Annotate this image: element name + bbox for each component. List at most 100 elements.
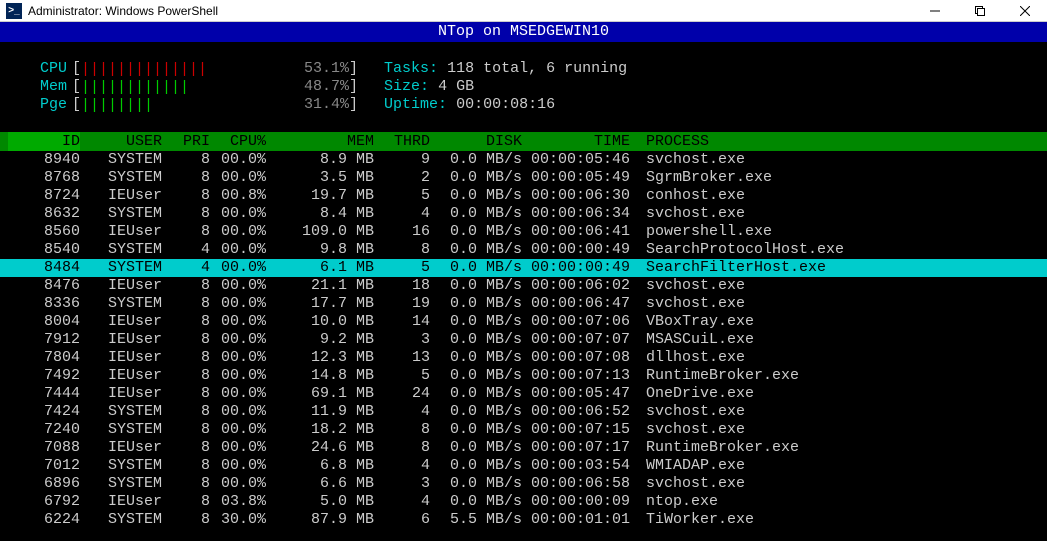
table-row[interactable]: 7424SYSTEM800.0%11.9 MB40.0 MB/s00:00:06… (0, 403, 1047, 421)
table-row[interactable]: 8336SYSTEM800.0%17.7 MB190.0 MB/s00:00:0… (0, 295, 1047, 313)
cell-mem: 18.2 MB (266, 421, 374, 439)
cell-user: IEUser (80, 493, 162, 511)
table-row[interactable]: 6792IEUser803.8%5.0 MB40.0 MB/s00:00:00:… (0, 493, 1047, 511)
window-title: Administrator: Windows PowerShell (28, 4, 218, 18)
cell-mem: 19.7 MB (266, 187, 374, 205)
col-cpu[interactable]: CPU% (210, 132, 266, 151)
cell-thrd: 8 (374, 241, 430, 259)
cell-id: 7240 (8, 421, 80, 439)
terminal[interactable]: NTop on MSEDGEWIN10 CPU [ ||||||||||||||… (0, 22, 1047, 541)
minimize-button[interactable] (912, 0, 957, 21)
cell-user: SYSTEM (80, 511, 162, 529)
table-row[interactable]: 7088IEUser800.0%24.6 MB80.0 MB/s00:00:07… (0, 439, 1047, 457)
cell-mem: 8.9 MB (266, 151, 374, 169)
cell-pri: 8 (162, 475, 210, 493)
col-mem[interactable]: MEM (266, 132, 374, 151)
col-user[interactable]: USER (80, 132, 162, 151)
table-row[interactable]: 8540SYSTEM400.0%9.8 MB80.0 MB/s00:00:00:… (0, 241, 1047, 259)
table-row[interactable]: 6896SYSTEM800.0%6.6 MB30.0 MB/s00:00:06:… (0, 475, 1047, 493)
cpu-bar: [ |||||||||||||| 53.1% ] (72, 60, 358, 78)
cell-id: 7912 (8, 331, 80, 349)
cell-mem: 5.0 MB (266, 493, 374, 511)
cell-proc: svchost.exe (630, 151, 1047, 169)
cell-time: 00:00:00:09 (522, 493, 630, 511)
titlebar: >_ Administrator: Windows PowerShell (0, 0, 1047, 22)
cell-proc: VBoxTray.exe (630, 313, 1047, 331)
cell-thrd: 13 (374, 349, 430, 367)
table-row[interactable]: 7492IEUser800.0%14.8 MB50.0 MB/s00:00:07… (0, 367, 1047, 385)
col-pri[interactable]: PRI (162, 132, 210, 151)
table-row[interactable]: 7012SYSTEM800.0%6.8 MB40.0 MB/s00:00:03:… (0, 457, 1047, 475)
cell-disk: 0.0 MB/s (430, 493, 522, 511)
cpu-bar-ticks: |||||||||||||| (81, 62, 207, 76)
col-proc[interactable]: PROCESS (630, 132, 1047, 151)
cell-mem: 6.6 MB (266, 475, 374, 493)
table-row[interactable]: 8476IEUser800.0%21.1 MB180.0 MB/s00:00:0… (0, 277, 1047, 295)
table-row[interactable]: 7804IEUser800.0%12.3 MB130.0 MB/s00:00:0… (0, 349, 1047, 367)
table-row[interactable]: 7240SYSTEM800.0%18.2 MB80.0 MB/s00:00:07… (0, 421, 1047, 439)
col-thrd[interactable]: THRD (374, 132, 430, 151)
cell-disk: 0.0 MB/s (430, 367, 522, 385)
col-disk[interactable]: DISK (430, 132, 522, 151)
cell-cpu: 00.0% (210, 241, 266, 259)
cell-id: 7444 (8, 385, 80, 403)
cell-id: 8004 (8, 313, 80, 331)
cell-mem: 9.8 MB (266, 241, 374, 259)
cell-time: 00:00:06:34 (522, 205, 630, 223)
cell-user: IEUser (80, 313, 162, 331)
cell-id: 8768 (8, 169, 80, 187)
table-row[interactable]: 7912IEUser800.0%9.2 MB30.0 MB/s00:00:07:… (0, 331, 1047, 349)
cell-time: 00:00:06:02 (522, 277, 630, 295)
table-row[interactable]: 8940SYSTEM800.0%8.9 MB90.0 MB/s00:00:05:… (0, 151, 1047, 169)
cell-thrd: 4 (374, 205, 430, 223)
mem-bar-ticks: |||||||||||| (81, 80, 189, 94)
mem-pct: 48.7% (301, 78, 349, 96)
process-header[interactable]: ID USER PRI CPU% MEM THRD DISK TIME PROC… (0, 132, 1047, 151)
cell-mem: 17.7 MB (266, 295, 374, 313)
cell-disk: 0.0 MB/s (430, 385, 522, 403)
cell-pri: 8 (162, 313, 210, 331)
cpu-pct: 53.1% (301, 60, 349, 78)
cell-thrd: 3 (374, 475, 430, 493)
process-list[interactable]: 8940SYSTEM800.0%8.9 MB90.0 MB/s00:00:05:… (0, 151, 1047, 529)
cell-disk: 0.0 MB/s (430, 223, 522, 241)
cell-cpu: 00.0% (210, 259, 266, 277)
cell-thrd: 3 (374, 331, 430, 349)
cell-pri: 8 (162, 349, 210, 367)
cell-cpu: 00.0% (210, 385, 266, 403)
cell-proc: TiWorker.exe (630, 511, 1047, 529)
cell-user: SYSTEM (80, 403, 162, 421)
cell-cpu: 00.0% (210, 457, 266, 475)
maximize-button[interactable] (957, 0, 1002, 21)
table-row[interactable]: 6224SYSTEM830.0%87.9 MB65.5 MB/s00:00:01… (0, 511, 1047, 529)
table-row[interactable]: 8004IEUser800.0%10.0 MB140.0 MB/s00:00:0… (0, 313, 1047, 331)
cell-pri: 8 (162, 367, 210, 385)
cell-id: 6224 (8, 511, 80, 529)
table-row[interactable]: 7444IEUser800.0%69.1 MB240.0 MB/s00:00:0… (0, 385, 1047, 403)
cell-time: 00:00:00:49 (522, 259, 630, 277)
close-button[interactable] (1002, 0, 1047, 21)
cell-cpu: 30.0% (210, 511, 266, 529)
cell-cpu: 00.0% (210, 223, 266, 241)
cell-disk: 0.0 MB/s (430, 187, 522, 205)
cell-time: 00:00:05:49 (522, 169, 630, 187)
cell-cpu: 00.0% (210, 367, 266, 385)
table-row[interactable]: 8484SYSTEM400.0%6.1 MB50.0 MB/s00:00:00:… (0, 259, 1047, 277)
cell-pri: 4 (162, 259, 210, 277)
summary-row-page: Pge [ |||||||| 31.4% ] Uptime: 00:00:08:… (40, 96, 1047, 114)
table-row[interactable]: 8560IEUser800.0%109.0 MB160.0 MB/s00:00:… (0, 223, 1047, 241)
cell-thrd: 16 (374, 223, 430, 241)
cell-thrd: 2 (374, 169, 430, 187)
cell-thrd: 8 (374, 421, 430, 439)
cell-disk: 5.5 MB/s (430, 511, 522, 529)
col-id[interactable]: ID (8, 132, 80, 151)
table-row[interactable]: 8724IEUser800.8%19.7 MB50.0 MB/s00:00:06… (0, 187, 1047, 205)
table-row[interactable]: 8768SYSTEM800.0%3.5 MB20.0 MB/s00:00:05:… (0, 169, 1047, 187)
cell-pri: 4 (162, 241, 210, 259)
cpu-label: CPU (40, 60, 72, 78)
cell-proc: dllhost.exe (630, 349, 1047, 367)
col-time[interactable]: TIME (522, 132, 630, 151)
table-row[interactable]: 8632SYSTEM800.0%8.4 MB40.0 MB/s00:00:06:… (0, 205, 1047, 223)
size-value: 4 GB (438, 78, 474, 95)
cell-id: 7088 (8, 439, 80, 457)
